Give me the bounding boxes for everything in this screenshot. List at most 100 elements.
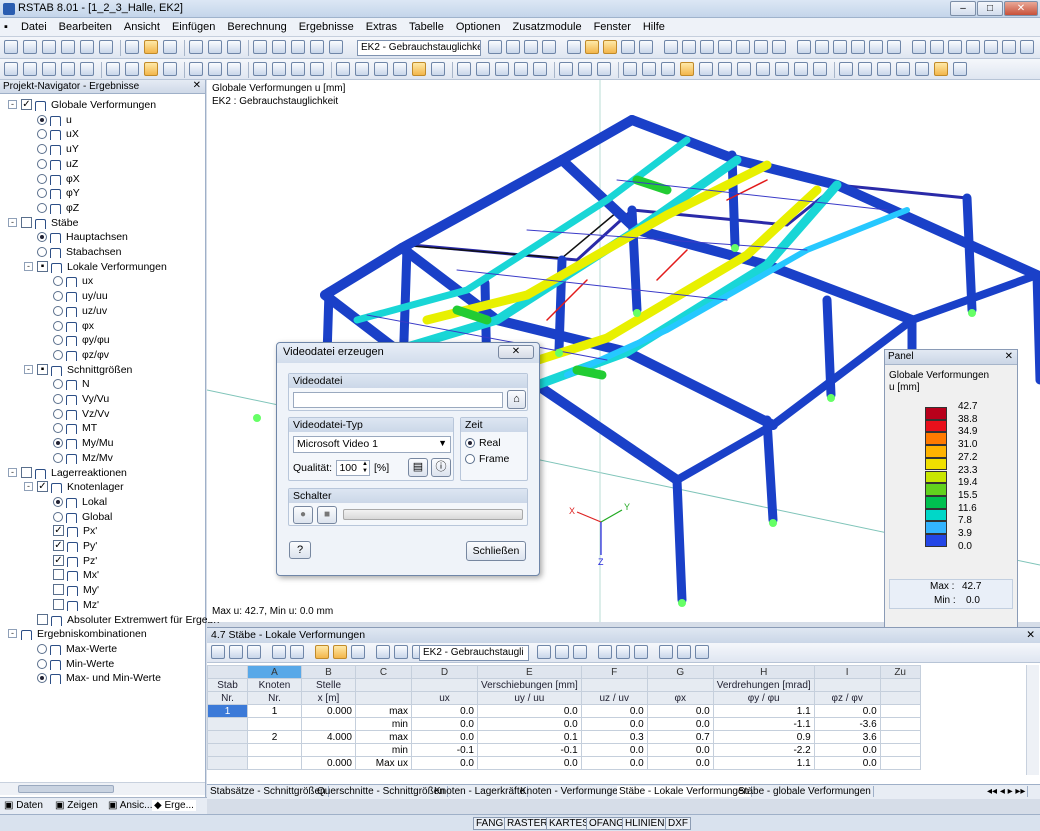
nav-item[interactable]: u [0,113,205,127]
table-cell[interactable]: 0.0 [646,717,714,731]
expand-icon[interactable]: - [24,482,33,492]
menu-hilfe[interactable]: Hilfe [637,18,671,33]
nav-item[interactable]: Vy/Vu [0,392,205,406]
nav-item[interactable]: Min-Werte [0,657,205,671]
nav-item[interactable]: uX [0,127,205,141]
quality-spinner-icon[interactable]: ▲ ▼ [362,461,368,475]
nav-radio[interactable] [53,452,63,463]
codec-info-button[interactable]: ⓘ [431,458,451,477]
menu-fenster[interactable]: Fenster [588,18,637,33]
menu-ergebnisse[interactable]: Ergebnisse [293,18,360,33]
toolbar-button[interactable] [374,62,388,76]
table-toolbar-button[interactable] [376,645,390,659]
toolbar-button[interactable] [772,40,786,54]
toolbar-button[interactable] [699,62,713,76]
nav-item[interactable]: Stabachsen [0,245,205,259]
table-toolbar-button[interactable] [229,645,243,659]
toolbar-button[interactable] [61,40,75,54]
toolbar-button[interactable] [189,40,203,54]
nav-item[interactable]: φx [0,319,205,333]
table-cell[interactable] [207,743,248,757]
toolbar-button[interactable] [61,62,75,76]
table-toolbar-button[interactable] [333,645,347,659]
table-cell[interactable]: max [355,704,412,718]
toolbar-button[interactable] [310,40,324,54]
toolbar-button[interactable] [718,40,732,54]
table-cell[interactable]: 0.0 [411,717,478,731]
toolbar-button[interactable] [737,62,751,76]
nav-item[interactable]: Max-Werte [0,642,205,656]
toolbar-button[interactable] [966,40,980,54]
nav-item[interactable]: uz/uv [0,304,205,318]
nav-item[interactable]: φz/φv [0,348,205,362]
toolbar-button[interactable] [80,40,94,54]
table-cell[interactable]: 0.7 [646,730,714,744]
toolbar-button[interactable] [934,62,948,76]
table-cell[interactable]: 0.0 [411,730,478,744]
nav-radio[interactable] [53,349,63,360]
panel-close-icon[interactable]: ✕ [1005,351,1013,362]
nav-checkbox[interactable] [53,569,64,581]
toolbar-button[interactable] [272,62,286,76]
table-cell[interactable]: 0.0 [580,704,648,718]
expand-icon[interactable]: - [24,261,33,271]
table-loadcase-combo[interactable]: EK2 - Gebrauchstaugli [419,645,529,661]
table-cell[interactable]: 0.0 [580,717,648,731]
table-cell[interactable]: 2 [247,730,302,744]
toolbar-button[interactable] [23,40,37,54]
toolbar-button[interactable] [23,62,37,76]
toolbar-button[interactable] [291,40,305,54]
nav-radio[interactable] [53,305,63,316]
toolbar-button[interactable] [930,40,944,54]
table-cell[interactable]: 0.0 [813,704,881,718]
toolbar-button[interactable] [700,40,714,54]
table-toolbar-button[interactable] [211,645,225,659]
table-cell[interactable]: -0.1 [477,743,582,757]
status-toggle[interactable]: HLINIEN [622,817,668,830]
menu-datei[interactable]: Datei [15,18,53,33]
toolbar-button[interactable] [163,62,177,76]
toolbar-button[interactable] [578,62,592,76]
menu-tabelle[interactable]: Tabelle [403,18,450,33]
table-toolbar-button[interactable] [677,645,691,659]
nav-radio[interactable] [53,379,63,390]
table-cell[interactable]: 1.1 [712,704,815,718]
sheet-navigation-arrows[interactable]: ◂◂ ◂ ▸ ▸▸ [985,786,1029,797]
nav-radio[interactable] [53,438,63,449]
nav-item[interactable]: - Ergebniskombinationen [0,627,205,641]
toolbar-button[interactable] [272,40,286,54]
toolbar-button[interactable] [756,62,770,76]
menu-extras[interactable]: Extras [360,18,403,33]
toolbar-button[interactable] [858,62,872,76]
navigator-hscroll-thumb[interactable] [18,785,114,793]
table-cell[interactable] [247,756,302,770]
toolbar-button[interactable] [559,62,573,76]
nav-radio[interactable] [37,129,47,140]
nav-radio[interactable] [37,247,47,257]
nav-item[interactable]: MT [0,421,205,435]
toolbar-button[interactable] [227,40,241,54]
nav-radio[interactable] [37,232,47,243]
toolbar-button[interactable] [506,40,520,54]
toolbar-button[interactable] [99,40,113,54]
nav-item[interactable]: Global [0,510,205,524]
maximize-button[interactable]: □ [977,1,1003,16]
nav-radio[interactable] [37,114,47,125]
navigator-close-icon[interactable]: ✕ [193,80,201,91]
toolbar-button[interactable] [1002,40,1016,54]
nav-checkbox[interactable]: ✓ [37,481,48,493]
table-cell[interactable]: 0.0 [813,756,881,770]
nav-checkbox[interactable] [21,216,32,228]
toolbar-button[interactable] [457,62,471,76]
toolbar-button[interactable] [953,62,967,76]
nav-radio[interactable] [37,658,47,669]
codec-settings-button[interactable]: ▤ [408,458,428,477]
toolbar-button[interactable] [336,62,350,76]
toolbar-button[interactable] [813,62,827,76]
toolbar-button[interactable] [542,40,556,54]
nav-checkbox[interactable]: ✓ [53,525,64,537]
nav-item[interactable]: ✓ Px' [0,524,205,538]
nav-radio[interactable] [53,511,63,522]
table-cell[interactable] [207,756,248,770]
video-file-input[interactable] [293,392,503,408]
